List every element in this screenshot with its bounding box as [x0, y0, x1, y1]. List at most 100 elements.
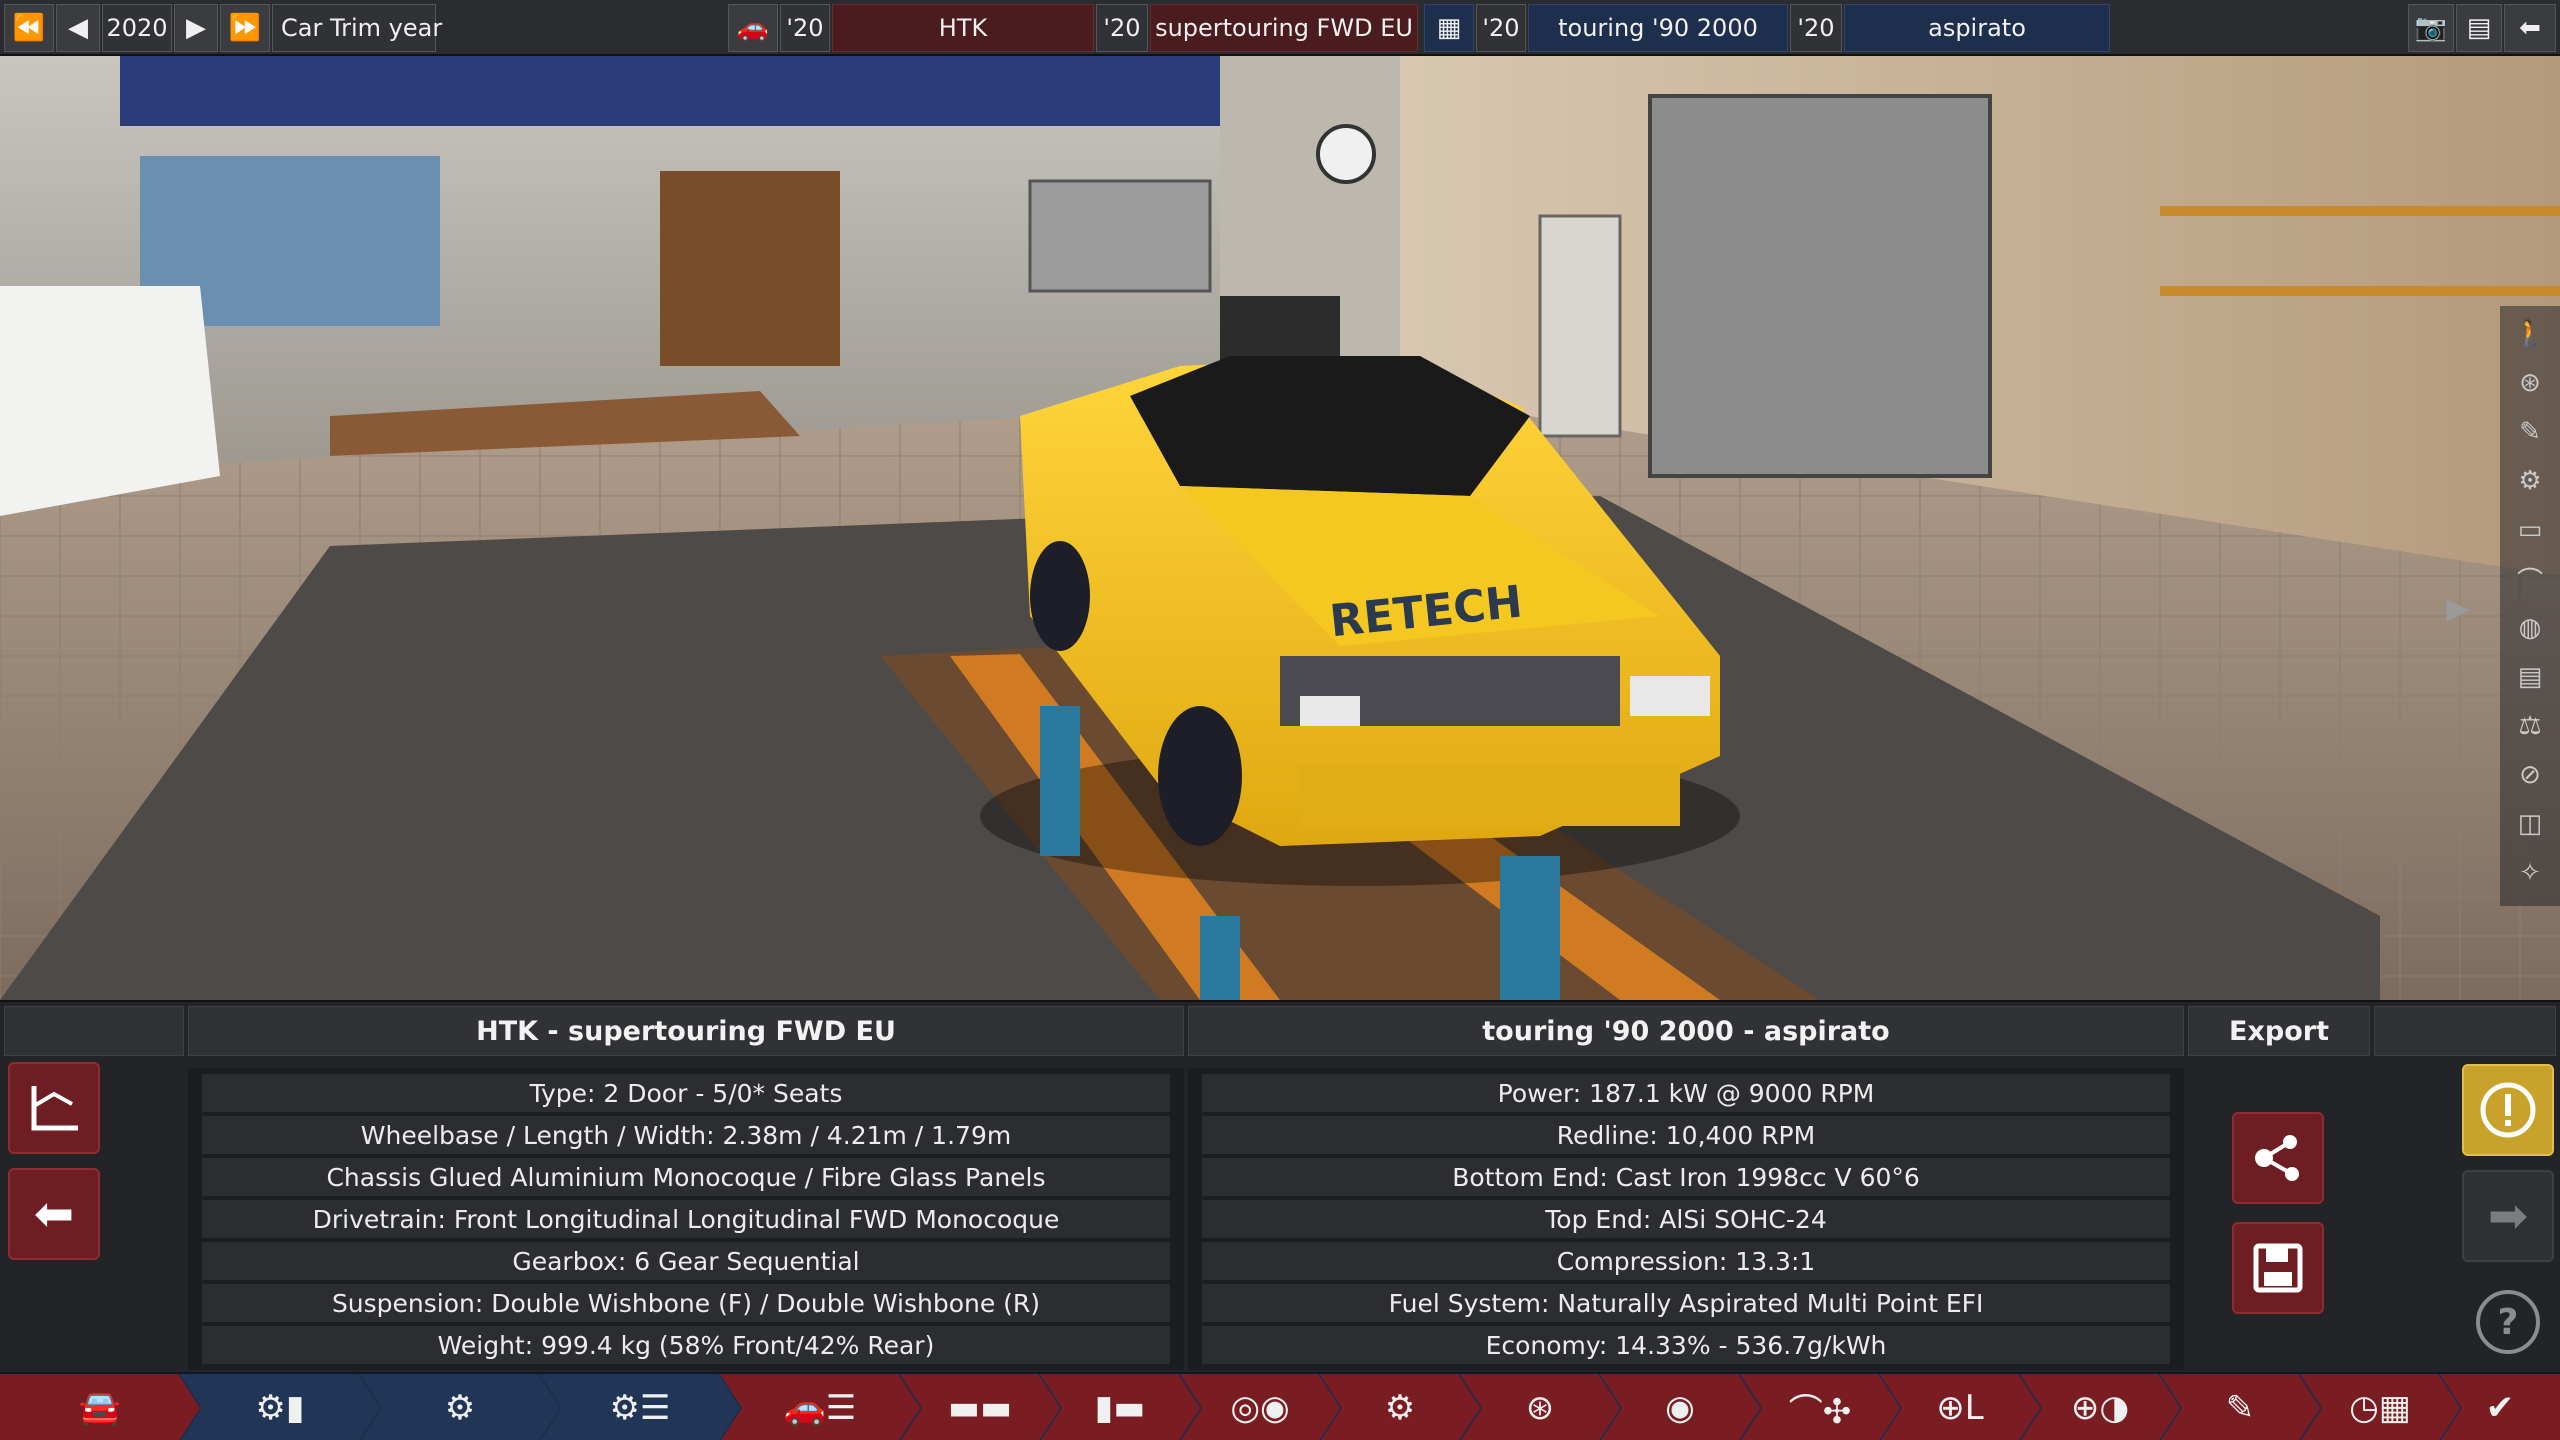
frame-icon[interactable]: ◫: [2508, 802, 2552, 846]
brake-icon[interactable]: ⊘: [2508, 753, 2552, 797]
warning-icon: [2480, 1082, 2536, 1138]
safety-icon: ⊕◑: [2070, 1388, 2130, 1428]
nav-car-model[interactable]: 🚘: [0, 1374, 200, 1440]
back-arrow-icon[interactable]: ⬅: [2504, 4, 2556, 52]
help-button[interactable]: ?: [2462, 1276, 2554, 1368]
trim-year: '20: [1096, 4, 1148, 52]
light-icon[interactable]: ✧: [2508, 851, 2552, 895]
next-year-button[interactable]: ▶: [174, 4, 218, 52]
save-export-button[interactable]: [2232, 1222, 2324, 1314]
save-icon: [2253, 1243, 2303, 1293]
nav-aero[interactable]: ⌒✣: [1740, 1374, 1900, 1440]
year-value: 2020: [102, 4, 172, 52]
export-panel-title: Export: [2188, 1006, 2370, 1056]
axis-icon: [31, 1086, 78, 1131]
trim-selector[interactable]: supertouring FWD EU: [1150, 4, 1418, 52]
body-icon[interactable]: ⌒: [2508, 557, 2552, 601]
car-info-row: Weight: 999.4 kg (58% Front/42% Rear): [202, 1326, 1170, 1364]
engine-info-row: Power: 187.1 kW @ 9000 RPM: [1202, 1074, 2170, 1112]
nav-test-track[interactable]: ◷▦: [2300, 1374, 2460, 1440]
info-panel: HTK - supertouring FWD EU touring '90 20…: [0, 1000, 2560, 1372]
interior-icon[interactable]: ◍: [2508, 606, 2552, 650]
nav-engine-family[interactable]: ⚙▮: [180, 1374, 380, 1440]
engine-info-row: Compression: 13.3:1: [1202, 1242, 2170, 1280]
spray-icon: ✎: [2225, 1388, 2255, 1428]
nav-engine-variant[interactable]: ⚙: [360, 1374, 560, 1440]
engine-parts-icon: ⚙: [444, 1388, 476, 1428]
checkered-flag-icon: ◷▦: [2349, 1388, 2411, 1428]
warning-button[interactable]: [2462, 1064, 2554, 1156]
engine-family-selector[interactable]: touring '90 2000: [1528, 4, 1788, 52]
nav-drivetrain[interactable]: ⚙: [1320, 1374, 1480, 1440]
checkmark-icon: ✔: [2485, 1388, 2515, 1428]
variant-year: '20: [1790, 4, 1842, 52]
nav-safety[interactable]: ⊕◑: [2020, 1374, 2180, 1440]
right-tool-header: [2374, 1006, 2556, 1056]
forward-arrow-icon: ➡: [2487, 1188, 2529, 1244]
aero-icon: ⌒✣: [1788, 1391, 1852, 1432]
suspension-icon: ◎◉: [1230, 1388, 1290, 1428]
wheel-icon[interactable]: ⊛: [2508, 361, 2552, 405]
view-tool-strip: 🚶 ⊛ ✎ ⚙ ▭ ⌒ ◍ ▤ ⚖ ⊘ ◫ ✧: [2500, 306, 2560, 906]
expand-panel-arrow-icon[interactable]: ▶: [2438, 586, 2478, 630]
nav-interior[interactable]: ⊕L: [1880, 1374, 2040, 1440]
car-info-box: Type: 2 Door - 5/0* Seats Wheelbase / Le…: [188, 1068, 1184, 1370]
fast-backward-icon[interactable]: ⏪: [4, 4, 54, 52]
person-icon[interactable]: 🚶: [2508, 312, 2552, 356]
nav-body[interactable]: ▬▬: [900, 1374, 1060, 1440]
svg-text:?: ?: [2498, 1302, 2519, 1343]
car-model-icon[interactable]: 🚗: [728, 4, 778, 52]
engine-panel-title: touring '90 2000 - aspirato: [1188, 1006, 2184, 1056]
wheel-icon: ⊛: [1525, 1388, 1555, 1428]
top-bar: ⏪ ◀ 2020 ▶ ⏩ Car Trim year 🚗 '20 HTK '20…: [0, 0, 2560, 56]
chassis-icon: ▮▬: [1094, 1388, 1146, 1428]
year-label: Car Trim year: [272, 4, 442, 52]
car-info-row: Type: 2 Door - 5/0* Seats: [202, 1074, 1170, 1112]
share-export-button[interactable]: [2232, 1112, 2324, 1204]
engine-tune-icon: ⚙☰: [609, 1388, 671, 1428]
suspension-icon[interactable]: ⚖: [2508, 704, 2552, 748]
nav-paint[interactable]: ✎: [2160, 1374, 2320, 1440]
fast-forward-icon[interactable]: ⏩: [220, 4, 270, 52]
engine-info-row: Redline: 10,400 RPM: [1202, 1116, 2170, 1154]
engine-info-box: Power: 187.1 kW @ 9000 RPM Redline: 10,4…: [1188, 1068, 2184, 1370]
next-step-button[interactable]: ➡: [2462, 1170, 2554, 1262]
engine-icon[interactable]: ▦: [1424, 4, 1474, 52]
engine-info-row: Fuel System: Naturally Aspirated Multi P…: [1202, 1284, 2170, 1322]
engine-view-icon[interactable]: ⚙: [2508, 459, 2552, 503]
nav-chassis[interactable]: ▮▬: [1040, 1374, 1200, 1440]
engine-block-icon: ⚙▮: [255, 1388, 305, 1428]
camera-angle-button[interactable]: [8, 1062, 100, 1154]
nav-brakes[interactable]: ◉: [1600, 1374, 1760, 1440]
nav-wheels[interactable]: ⊛: [1460, 1374, 1620, 1440]
nav-engine-tune[interactable]: ⚙☰: [540, 1374, 740, 1440]
nav-trim[interactable]: 🚗☰: [720, 1374, 920, 1440]
back-button[interactable]: ⬅: [8, 1168, 100, 1260]
steering-icon: ⊕L: [1936, 1388, 1984, 1428]
trim-icon: 🚗☰: [783, 1388, 857, 1428]
paint-icon[interactable]: ✎: [2508, 410, 2552, 454]
car-info-row: Drivetrain: Front Longitudinal Longitudi…: [202, 1200, 1170, 1238]
car-model-selector[interactable]: HTK: [832, 4, 1094, 52]
camera-icon[interactable]: 📷: [2408, 4, 2454, 52]
engine-info-row: Top End: AlSi SOHC-24: [1202, 1200, 2170, 1238]
engine-variant-selector[interactable]: aspirato: [1844, 4, 2110, 52]
left-tool-header: [4, 1006, 184, 1056]
garage-viewport[interactable]: RETECH ▶ 🚶 ⊛ ✎ ⚙ ▭ ⌒ ◍ ▤ ⚖ ⊘ ◫ ✧: [0, 56, 2560, 1000]
calculator-icon[interactable]: ▤: [2456, 4, 2502, 52]
engine-info-row: Economy: 14.33% - 536.7g/kWh: [1202, 1326, 2170, 1364]
body-shape-icon: ▬▬: [947, 1388, 1013, 1428]
car-year: '20: [780, 4, 830, 52]
engine-info-row: Bottom End: Cast Iron 1998cc V 60°6: [1202, 1158, 2170, 1196]
car-info-row: Gearbox: 6 Gear Sequential: [202, 1242, 1170, 1280]
share-icon: [2255, 1135, 2299, 1181]
gearbox-icon[interactable]: ▤: [2508, 655, 2552, 699]
car-info-row: Chassis Glued Aluminium Monocoque / Fibr…: [202, 1158, 1170, 1196]
nav-suspension[interactable]: ◎◉: [1180, 1374, 1340, 1440]
gear-icon: ⚙: [1384, 1388, 1416, 1428]
help-icon: ?: [2476, 1290, 2540, 1354]
chassis-icon[interactable]: ▭: [2508, 508, 2552, 552]
prev-year-button[interactable]: ◀: [56, 4, 100, 52]
car-info-row: Suspension: Double Wishbone (F) / Double…: [202, 1284, 1170, 1322]
design-step-nav: 🚘 ⚙▮ ⚙ ⚙☰ 🚗☰ ▬▬ ▮▬ ◎◉ ⚙ ⊛ ◉ ⌒✣ ⊕L ⊕◑ ✎ ◷…: [0, 1372, 2560, 1440]
